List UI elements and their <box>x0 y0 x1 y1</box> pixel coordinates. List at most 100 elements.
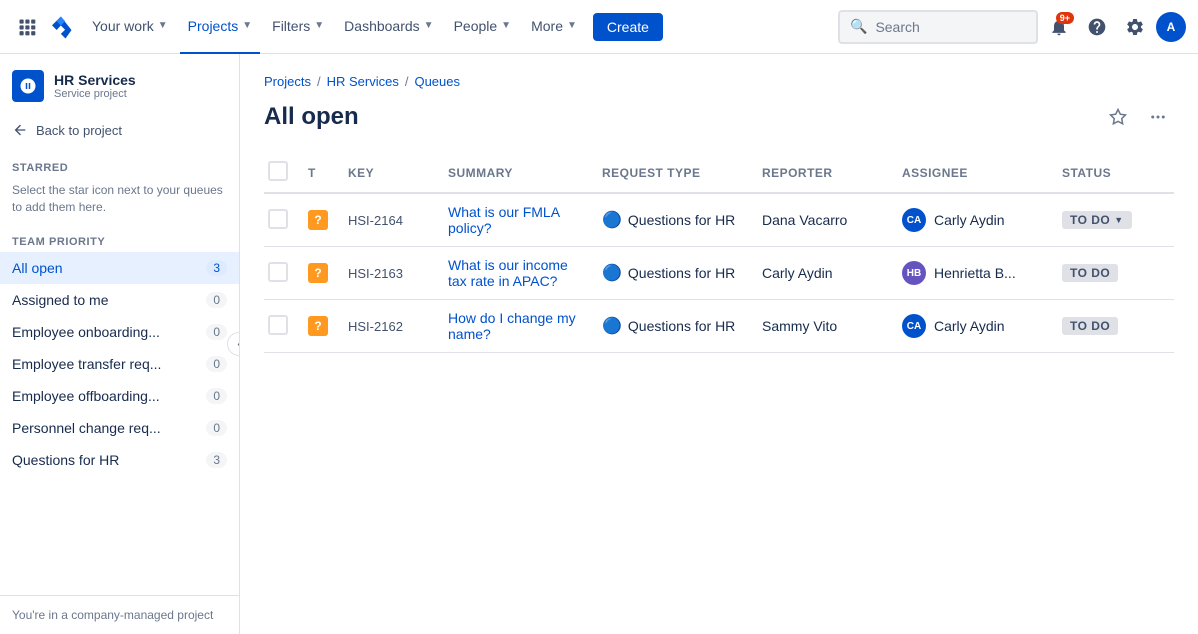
breadcrumb-projects[interactable]: Projects <box>264 74 311 89</box>
more-chevron: ▼ <box>567 20 577 31</box>
assignee-name: Henrietta B... <box>934 265 1016 281</box>
issue-summary-link[interactable]: What is our income tax rate in APAC? <box>448 257 568 289</box>
row-assignee-cell: HB Henrietta B... <box>894 247 1054 300</box>
sidebar-item-count: 0 <box>206 292 227 308</box>
project-type: Service project <box>54 88 136 100</box>
col-checkbox <box>264 153 300 193</box>
issue-type-icon: ? <box>308 210 328 230</box>
row-checkbox[interactable] <box>268 209 288 229</box>
your-work-chevron: ▼ <box>158 20 168 31</box>
sidebar: HR Services Service project Back to proj… <box>0 54 240 634</box>
user-avatar[interactable]: A <box>1156 12 1186 42</box>
table-row: ? HSI-2163 What is our income tax rate i… <box>264 247 1174 300</box>
main-layout: HR Services Service project Back to proj… <box>0 54 1198 634</box>
sidebar-item-label: Assigned to me <box>12 292 206 308</box>
issue-type-icon: ? <box>308 316 328 336</box>
sidebar-item-label: Employee transfer req... <box>12 356 206 372</box>
top-navigation: Your work ▼ Projects ▼ Filters ▼ Dashboa… <box>0 0 1198 54</box>
nav-more[interactable]: More ▼ <box>523 0 585 54</box>
row-request-type-cell: 🔵 Questions for HR <box>594 300 754 353</box>
status-badge[interactable]: TO DO <box>1062 317 1118 335</box>
page-title: All open <box>264 103 359 131</box>
nav-people[interactable]: People ▼ <box>446 0 520 54</box>
status-badge[interactable]: TO DO <box>1062 264 1118 282</box>
sidebar-item-count: 0 <box>206 420 227 436</box>
assignee-name: Carly Aydin <box>934 318 1005 334</box>
breadcrumb-queues[interactable]: Queues <box>414 74 460 89</box>
dashboards-chevron: ▼ <box>424 20 434 31</box>
breadcrumb-sep-2: / <box>405 74 409 89</box>
settings-button[interactable] <box>1118 10 1152 44</box>
row-checkbox-cell <box>264 300 300 353</box>
issue-key-link[interactable]: HSI-2164 <box>348 213 403 228</box>
more-options-button[interactable] <box>1142 101 1174 133</box>
sidebar-footer: You're in a company-managed project <box>0 595 239 634</box>
col-key: Key <box>340 153 440 193</box>
people-chevron: ▼ <box>501 20 511 31</box>
reporter-name: Sammy Vito <box>762 318 837 334</box>
jira-logo[interactable] <box>46 12 76 42</box>
sidebar-item-all-open[interactable]: All open 3 <box>0 252 239 284</box>
apps-menu-button[interactable] <box>12 12 42 42</box>
row-key-cell: HSI-2163 <box>340 247 440 300</box>
request-type-icon: 🔵 <box>602 263 622 283</box>
issue-key-link[interactable]: HSI-2162 <box>348 319 403 334</box>
table-header-row: T Key Summary Request Type Reporter Assi… <box>264 153 1174 193</box>
row-reporter-cell: Carly Aydin <box>754 247 894 300</box>
table-row: ? HSI-2164 What is our FMLA policy? 🔵 Qu… <box>264 193 1174 247</box>
search-icon: 🔍 <box>850 18 867 35</box>
notification-badge: 9+ <box>1056 12 1074 24</box>
sidebar-item-count: 3 <box>206 260 227 276</box>
sidebar-item-employee-offboarding[interactable]: Employee offboarding... 0 <box>0 380 239 412</box>
sidebar-item-questions-for-hr[interactable]: Questions for HR 3 <box>0 444 239 476</box>
sidebar-item-label: Employee onboarding... <box>12 324 206 340</box>
nav-dashboards[interactable]: Dashboards ▼ <box>336 0 441 54</box>
sidebar-item-personnel-change[interactable]: Personnel change req... 0 <box>0 412 239 444</box>
notifications-button[interactable]: 9+ <box>1042 10 1076 44</box>
row-key-cell: HSI-2164 <box>340 193 440 247</box>
page-actions <box>1102 101 1174 133</box>
assignee-avatar: HB <box>902 261 926 285</box>
create-button[interactable]: Create <box>593 13 663 41</box>
row-checkbox[interactable] <box>268 315 288 335</box>
issue-summary-link[interactable]: What is our FMLA policy? <box>448 204 559 236</box>
nav-filters[interactable]: Filters ▼ <box>264 0 332 54</box>
nav-projects[interactable]: Projects ▼ <box>180 0 260 54</box>
breadcrumb-sep-1: / <box>317 74 321 89</box>
sidebar-item-count: 0 <box>206 388 227 404</box>
col-status: Status <box>1054 153 1174 193</box>
select-all-checkbox[interactable] <box>268 161 288 181</box>
sidebar-item-count: 3 <box>206 452 227 468</box>
row-status-cell: TO DO <box>1054 247 1174 300</box>
main-content: Projects / HR Services / Queues All open <box>240 54 1198 634</box>
breadcrumb-hr-services[interactable]: HR Services <box>327 74 399 89</box>
nav-your-work[interactable]: Your work ▼ <box>84 0 176 54</box>
col-type: T <box>300 153 340 193</box>
starred-hint: Select the star icon next to your queues… <box>0 178 239 224</box>
assignee-name: Carly Aydin <box>934 212 1005 228</box>
row-reporter-cell: Dana Vacarro <box>754 193 894 247</box>
project-name: HR Services <box>54 72 136 88</box>
sidebar-item-employee-onboarding[interactable]: Employee onboarding... 0 <box>0 316 239 348</box>
row-summary-cell: What is our FMLA policy? <box>440 193 594 247</box>
sidebar-item-count: 0 <box>206 324 227 340</box>
table-row: ? HSI-2162 How do I change my name? 🔵 Qu… <box>264 300 1174 353</box>
status-badge[interactable]: TO DO ▼ <box>1062 211 1132 229</box>
back-to-project-button[interactable]: Back to project <box>0 114 239 146</box>
sidebar-project-header: HR Services Service project <box>0 54 239 114</box>
star-button[interactable] <box>1102 101 1134 133</box>
project-icon <box>12 70 44 102</box>
search-box[interactable]: 🔍 Search <box>838 10 1038 44</box>
row-type-cell: ? <box>300 300 340 353</box>
sidebar-item-assigned-to-me[interactable]: Assigned to me 0 <box>0 284 239 316</box>
row-summary-cell: What is our income tax rate in APAC? <box>440 247 594 300</box>
sidebar-item-employee-transfer[interactable]: Employee transfer req... 0 <box>0 348 239 380</box>
starred-section-title: STARRED <box>0 150 239 178</box>
row-checkbox[interactable] <box>268 262 288 282</box>
filters-chevron: ▼ <box>314 20 324 31</box>
issue-key-link[interactable]: HSI-2163 <box>348 266 403 281</box>
row-key-cell: HSI-2162 <box>340 300 440 353</box>
sidebar-item-label: Personnel change req... <box>12 420 206 436</box>
help-button[interactable] <box>1080 10 1114 44</box>
issue-summary-link[interactable]: How do I change my name? <box>448 310 576 342</box>
